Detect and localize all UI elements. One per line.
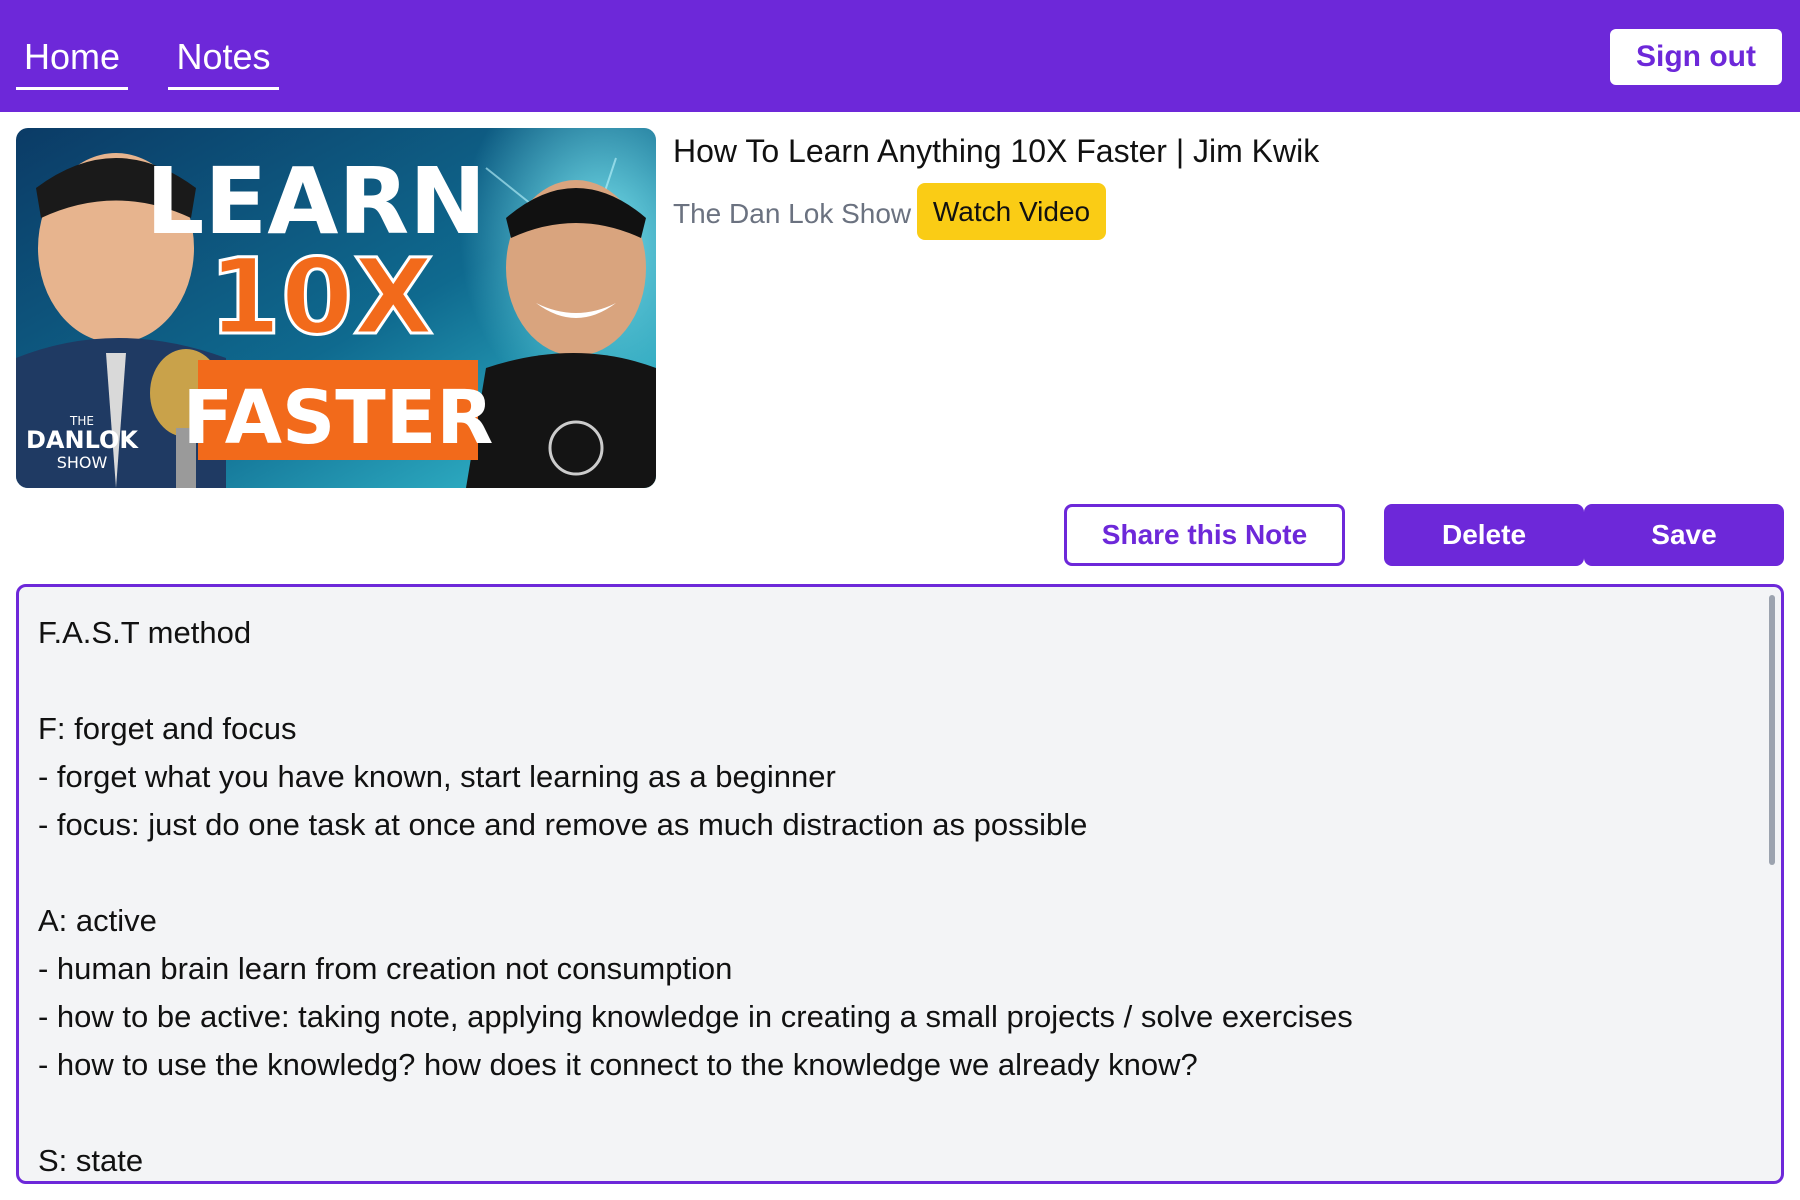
note-line: - forget what you have known, start lear… (38, 759, 836, 794)
note-line: F.A.S.T method (38, 615, 252, 650)
note-line (38, 1089, 1718, 1137)
logo-danlok-text: DANLOK (26, 426, 139, 454)
note-line: - focus: just do one task at once and re… (38, 807, 1088, 842)
share-note-button[interactable]: Share this Note (1064, 504, 1345, 566)
watch-video-button[interactable]: Watch Video (917, 183, 1106, 240)
note-line: S: state (38, 1143, 144, 1178)
note-content: F.A.S.T method F: forget and focus - for… (38, 609, 1718, 1181)
note-scrollbar[interactable] (1769, 595, 1775, 865)
note-textarea[interactable]: F.A.S.T method F: forget and focus - for… (16, 584, 1784, 1184)
note-line: - how to use the knowledg? how does it c… (38, 1047, 1198, 1082)
video-title: How To Learn Anything 10X Faster | Jim K… (673, 133, 1320, 169)
note-line: - how to be active: taking note, applyin… (38, 999, 1353, 1034)
logo-show-text: SHOW (57, 453, 108, 472)
note-line (38, 657, 1718, 705)
video-thumbnail[interactable]: LEARN 10X FASTER THE DANLOK SHOW (16, 128, 656, 488)
save-button[interactable]: Save (1584, 504, 1784, 566)
note-line: F: forget and focus (38, 711, 297, 746)
thumbnail-10x-text: 10X (209, 236, 434, 358)
thumbnail-faster-text: FASTER (183, 375, 494, 461)
note-line (38, 849, 1718, 897)
channel-name: The Dan Lok Show (673, 198, 912, 229)
nav-home-link[interactable]: Home (16, 34, 128, 90)
sign-out-button[interactable]: Sign out (1610, 29, 1782, 85)
note-line: - human brain learn from creation not co… (38, 951, 733, 986)
delete-button[interactable]: Delete (1384, 504, 1584, 566)
nav-notes-link[interactable]: Notes (168, 34, 279, 90)
thumbnail-image: LEARN 10X FASTER THE DANLOK SHOW (16, 128, 656, 488)
top-navbar: Home Notes Sign out (0, 0, 1800, 112)
note-line: A: active (38, 903, 157, 938)
